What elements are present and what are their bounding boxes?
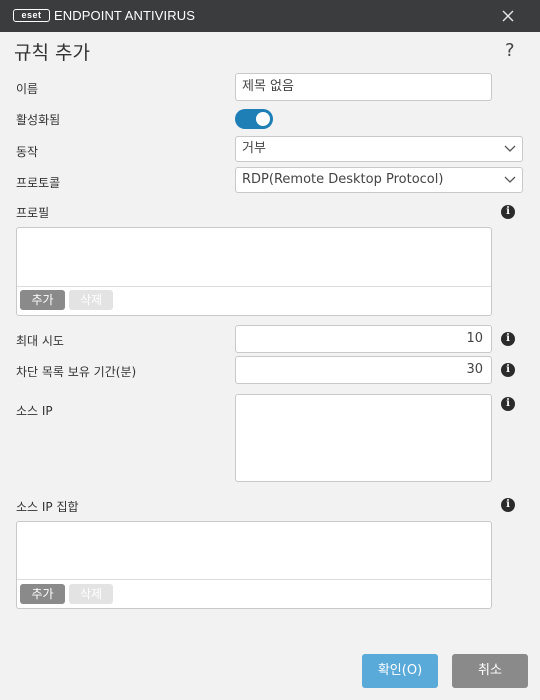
source-ip-sets-label: 소스 IP 집합 (16, 500, 79, 514)
source-ip-label: 소스 IP (16, 404, 53, 418)
divider (17, 286, 491, 287)
chevron-down-icon (504, 145, 516, 152)
cancel-button[interactable]: 취소 (452, 654, 528, 688)
info-icon[interactable]: i (501, 498, 515, 512)
info-icon[interactable]: i (501, 332, 515, 346)
action-value: 거부 (242, 141, 266, 156)
info-icon[interactable]: i (501, 205, 515, 219)
product-name: ENDPOINT ANTIVIRUS (54, 8, 195, 23)
ip-sets-add-button[interactable]: 추가 (20, 584, 65, 604)
info-icon[interactable]: i (501, 363, 515, 377)
ip-sets-delete-button[interactable]: 삭제 (69, 584, 113, 604)
dialog-title: 규칙 추가 (14, 42, 90, 64)
enabled-toggle[interactable] (235, 109, 273, 129)
divider (17, 579, 491, 580)
enabled-label: 활성화됨 (16, 113, 61, 127)
help-icon[interactable]: ? (505, 40, 515, 61)
info-icon[interactable]: i (501, 397, 515, 411)
ok-button[interactable]: 확인(O) (362, 654, 438, 688)
profiles-delete-button[interactable]: 삭제 (69, 290, 113, 310)
max-attempts-input[interactable]: 10 (235, 325, 492, 353)
retention-input[interactable]: 30 (235, 356, 492, 384)
chevron-down-icon (504, 176, 516, 183)
action-select[interactable]: 거부 (235, 136, 523, 162)
protocol-value: RDP(Remote Desktop Protocol) (242, 172, 444, 187)
source-ip-sets-list[interactable]: 추가 삭제 (16, 521, 492, 609)
profiles-add-button[interactable]: 추가 (20, 290, 65, 310)
retention-label: 차단 목록 보유 기간(분) (16, 365, 137, 379)
source-ip-textarea[interactable] (235, 394, 492, 482)
max-attempts-label: 최대 시도 (16, 334, 64, 348)
profiles-list[interactable]: 추가 삭제 (16, 227, 492, 316)
protocol-select[interactable]: RDP(Remote Desktop Protocol) (235, 167, 523, 193)
close-icon[interactable] (496, 4, 520, 28)
action-label: 동작 (16, 145, 39, 159)
protocol-label: 프로토콜 (16, 176, 61, 190)
profiles-label: 프로필 (16, 206, 50, 220)
name-input[interactable]: 제목 없음 (235, 73, 492, 101)
title-bar: eset ENDPOINT ANTIVIRUS (0, 0, 540, 32)
eset-logo: eset (13, 9, 50, 22)
toggle-knob (256, 112, 270, 126)
name-label: 이름 (16, 82, 39, 96)
